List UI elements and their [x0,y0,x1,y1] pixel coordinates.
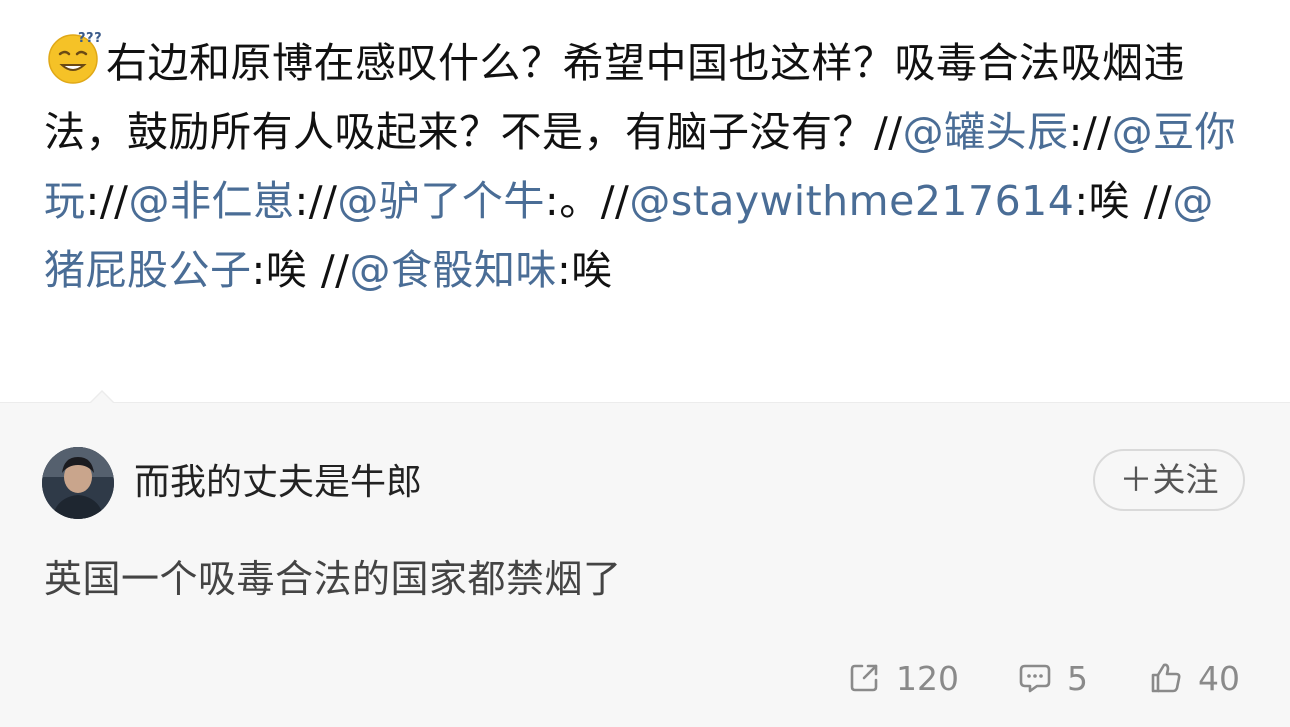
retweet-content: 英国一个吸毒合法的国家都禁烟了 [44,557,622,601]
like-count: 40 [1198,658,1240,698]
thinking-face-emoji-icon: ??? [44,28,102,86]
post-text-fragment: :唉 // [251,246,350,294]
user-mention-link[interactable]: @罐头辰 [903,108,1069,156]
comment-button[interactable]: 5 [1017,656,1088,700]
post-text-fragment: :// [85,177,129,225]
repost-button[interactable]: 120 [846,656,959,700]
post-text-fragment: :// [294,177,338,225]
retweet-card-arrow-fill [80,392,124,414]
post-text-fragment: :。// [544,177,630,225]
comment-icon [1019,664,1051,693]
comment-count: 5 [1067,658,1088,698]
user-mention-link[interactable]: @驴了个牛 [337,177,545,225]
user-mention-link[interactable]: @食骰知味 [349,246,557,294]
repost-count: 120 [896,658,959,698]
post-text-fragment: :唉 [556,246,613,294]
user-avatar[interactable] [42,447,114,519]
follow-button[interactable]: ＋关注 [1093,449,1245,511]
like-button[interactable]: 40 [1148,656,1240,700]
user-mention-link[interactable]: @非仁崽 [128,177,294,225]
repost-icon [850,664,878,692]
retweet-username[interactable]: 而我的丈夫是牛郎 [134,459,422,507]
weibo-post-view: ??? 右边和原博在感叹什么？希望中国也这样？吸毒合法吸烟违法，鼓励所有人吸起来… [0,0,1290,727]
svg-text:???: ??? [78,31,102,46]
thumbs-up-icon [1151,663,1181,693]
post-text-segments: 右边和原博在感叹什么？希望中国也这样？吸毒合法吸烟违法，鼓励所有人吸起来？不是，… [44,39,1236,294]
post-text-fragment: :// [1068,108,1112,156]
user-mention-link[interactable]: @staywithme217614 [629,177,1074,225]
post-text-fragment: :唉 // [1074,177,1173,225]
post-body: ??? 右边和原博在感叹什么？希望中国也这样？吸毒合法吸烟违法，鼓励所有人吸起来… [44,28,1244,305]
